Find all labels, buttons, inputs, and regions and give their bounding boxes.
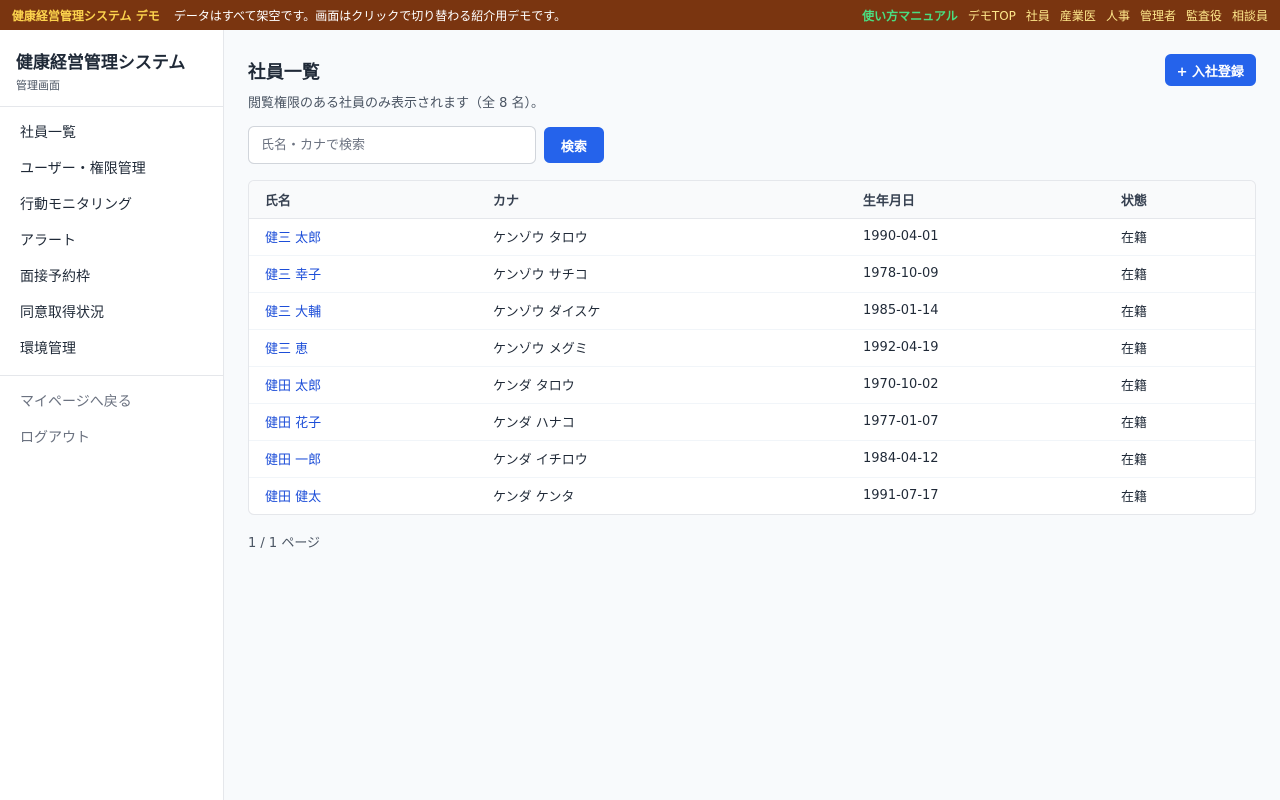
demo-note: データはすべて架空です。画面はクリックで切り替わる紹介用デモです。 — [173, 8, 567, 23]
sidebar-item-users-permissions[interactable]: ユーザー・権限管理 — [0, 151, 223, 187]
table-row: 健田 花子 ケンダ ハナコ 1977-01-07 在籍 — [249, 403, 1255, 441]
column-header-status: 状態 — [1105, 181, 1255, 219]
employee-kana: ケンゾウ タロウ — [477, 218, 847, 256]
pagination-info: 1 / 1 ページ — [248, 536, 321, 551]
employee-status: 在籍 — [1105, 366, 1255, 404]
demo-link-counselor[interactable]: 相談員 — [1232, 7, 1268, 24]
employee-name-link[interactable]: 健三 太郎 — [265, 231, 321, 246]
table-row: 健田 太郎 ケンダ タロウ 1970-10-02 在籍 — [249, 366, 1255, 404]
demo-banner: 健康経営管理システム デモ データはすべて架空です。画面はクリックで切り替わる紹… — [0, 0, 1280, 30]
sidebar-item-monitoring[interactable]: 行動モニタリング — [0, 187, 223, 223]
employee-status: 在籍 — [1105, 218, 1255, 256]
employee-name-link[interactable]: 健三 大輔 — [265, 305, 321, 320]
demo-link-hr[interactable]: 人事 — [1106, 7, 1130, 24]
sidebar-header: 健康経営管理システム 管理画面 — [0, 30, 223, 107]
page-title: 社員一覧 — [248, 62, 320, 83]
employee-status: 在籍 — [1121, 490, 1148, 506]
employee-birthdate: 1990-04-01 — [847, 218, 1105, 256]
employee-birthdate: 1985-01-14 — [847, 292, 1105, 330]
employee-name-link[interactable]: 健田 花子 — [265, 416, 321, 431]
sidebar-item-consent-status[interactable]: 同意取得状況 — [0, 295, 223, 331]
demo-link-manual[interactable]: 使い方マニュアル — [862, 7, 958, 24]
table-row: 健三 恵 ケンゾウ メグミ 1992-04-19 在籍 — [249, 329, 1255, 367]
column-header-birthdate: 生年月日 — [847, 181, 1105, 219]
employee-name-link[interactable]: 健三 恵 — [265, 342, 308, 357]
employee-birthdate: 1970-10-02 — [847, 366, 1105, 404]
table-row: 健三 大輔 ケンゾウ ダイスケ 1985-01-14 在籍 — [249, 292, 1255, 330]
employee-kana: ケンゾウ サチコ — [477, 255, 847, 293]
demo-link-employee[interactable]: 社員 — [1026, 7, 1050, 24]
demo-link-auditor[interactable]: 監査役 — [1186, 7, 1222, 24]
sidebar: 健康経営管理システム 管理画面 社員一覧 ユーザー・権限管理 行動モニタリング … — [0, 30, 224, 800]
employee-kana: ケンダ ハナコ — [477, 403, 847, 441]
employee-status: 在籍 — [1105, 440, 1255, 478]
sidebar-item-environment[interactable]: 環境管理 — [0, 331, 223, 367]
table-row: 健田 一郎 ケンダ イチロウ 1984-04-12 在籍 — [249, 440, 1255, 478]
demo-link-admin[interactable]: 管理者 — [1140, 7, 1176, 24]
employee-kana: ケンダ タロウ — [477, 366, 847, 404]
column-header-name: 氏名 — [249, 181, 477, 219]
employee-kana: ケンゾウ ダイスケ — [477, 292, 847, 330]
sidebar-item-employees[interactable]: 社員一覧 — [0, 115, 223, 151]
sidebar-item-mypage[interactable]: マイページへ戻る — [0, 384, 223, 420]
employee-birthdate: 1978-10-09 — [847, 255, 1105, 293]
sidebar-item-logout[interactable]: ログアウト — [0, 420, 223, 456]
employee-kana: ケンダ ケンタ — [493, 490, 575, 506]
employee-kana: ケンゾウ メグミ — [477, 329, 847, 367]
table-row: 健三 幸子 ケンゾウ サチコ 1978-10-09 在籍 — [249, 255, 1255, 293]
demo-link-doctor[interactable]: 産業医 — [1060, 7, 1096, 24]
table-header-row: 氏名 カナ 生年月日 状態 — [249, 181, 1255, 219]
table-row: 健田 健太 ケンダ ケンタ 1991-07-17 在籍 — [249, 477, 1255, 514]
demo-links: 使い方マニュアル デモTOP 社員 産業医 人事 管理者 監査役 相談員 — [862, 7, 1268, 24]
sidebar-item-alerts[interactable]: アラート — [0, 223, 223, 259]
demo-brand: 健康経営管理システム デモ — [12, 8, 160, 23]
column-header-kana: カナ — [477, 181, 847, 219]
employee-birthdate: 1977-01-07 — [847, 403, 1105, 441]
table-row: 健三 太郎 ケンゾウ タロウ 1990-04-01 在籍 — [249, 218, 1255, 256]
app-subtitle: 管理画面 — [16, 79, 60, 92]
employee-birthdate: 1984-04-12 — [847, 440, 1105, 478]
employee-status: 在籍 — [1105, 329, 1255, 367]
employee-status: 在籍 — [1105, 255, 1255, 293]
employee-birthdate: 1992-04-19 — [847, 329, 1105, 367]
demo-link-top[interactable]: デモTOP — [968, 7, 1016, 24]
employee-name-link[interactable]: 健田 太郎 — [265, 379, 321, 394]
sidebar-divider — [0, 375, 223, 376]
employee-birthdate: 1991-07-17 — [863, 488, 939, 504]
app-title: 健康経営管理システム — [16, 53, 186, 73]
add-employee-button[interactable]: + 入社登録 — [1164, 54, 1256, 86]
employee-kana: ケンダ イチロウ — [477, 440, 847, 478]
employee-name-link[interactable]: 健三 幸子 — [265, 268, 321, 283]
sidebar-nav: 社員一覧 ユーザー・権限管理 行動モニタリング アラート 面接予約枠 同意取得状… — [0, 107, 223, 456]
search-input[interactable] — [248, 126, 536, 164]
employee-table: 氏名 カナ 生年月日 状態 健三 太郎 ケンゾウ タロウ 1990-04-01 … — [248, 180, 1256, 515]
page-description: 閲覧権限のある社員のみ表示されます（全 8 名）。 — [248, 96, 545, 111]
employee-name-link[interactable]: 健田 一郎 — [265, 453, 321, 468]
employee-name-link[interactable]: 健田 健太 — [265, 490, 321, 505]
employee-status: 在籍 — [1105, 403, 1255, 441]
employee-status: 在籍 — [1105, 292, 1255, 330]
sidebar-item-interview-slots[interactable]: 面接予約枠 — [0, 259, 223, 295]
search-button[interactable]: 検索 — [544, 127, 604, 163]
